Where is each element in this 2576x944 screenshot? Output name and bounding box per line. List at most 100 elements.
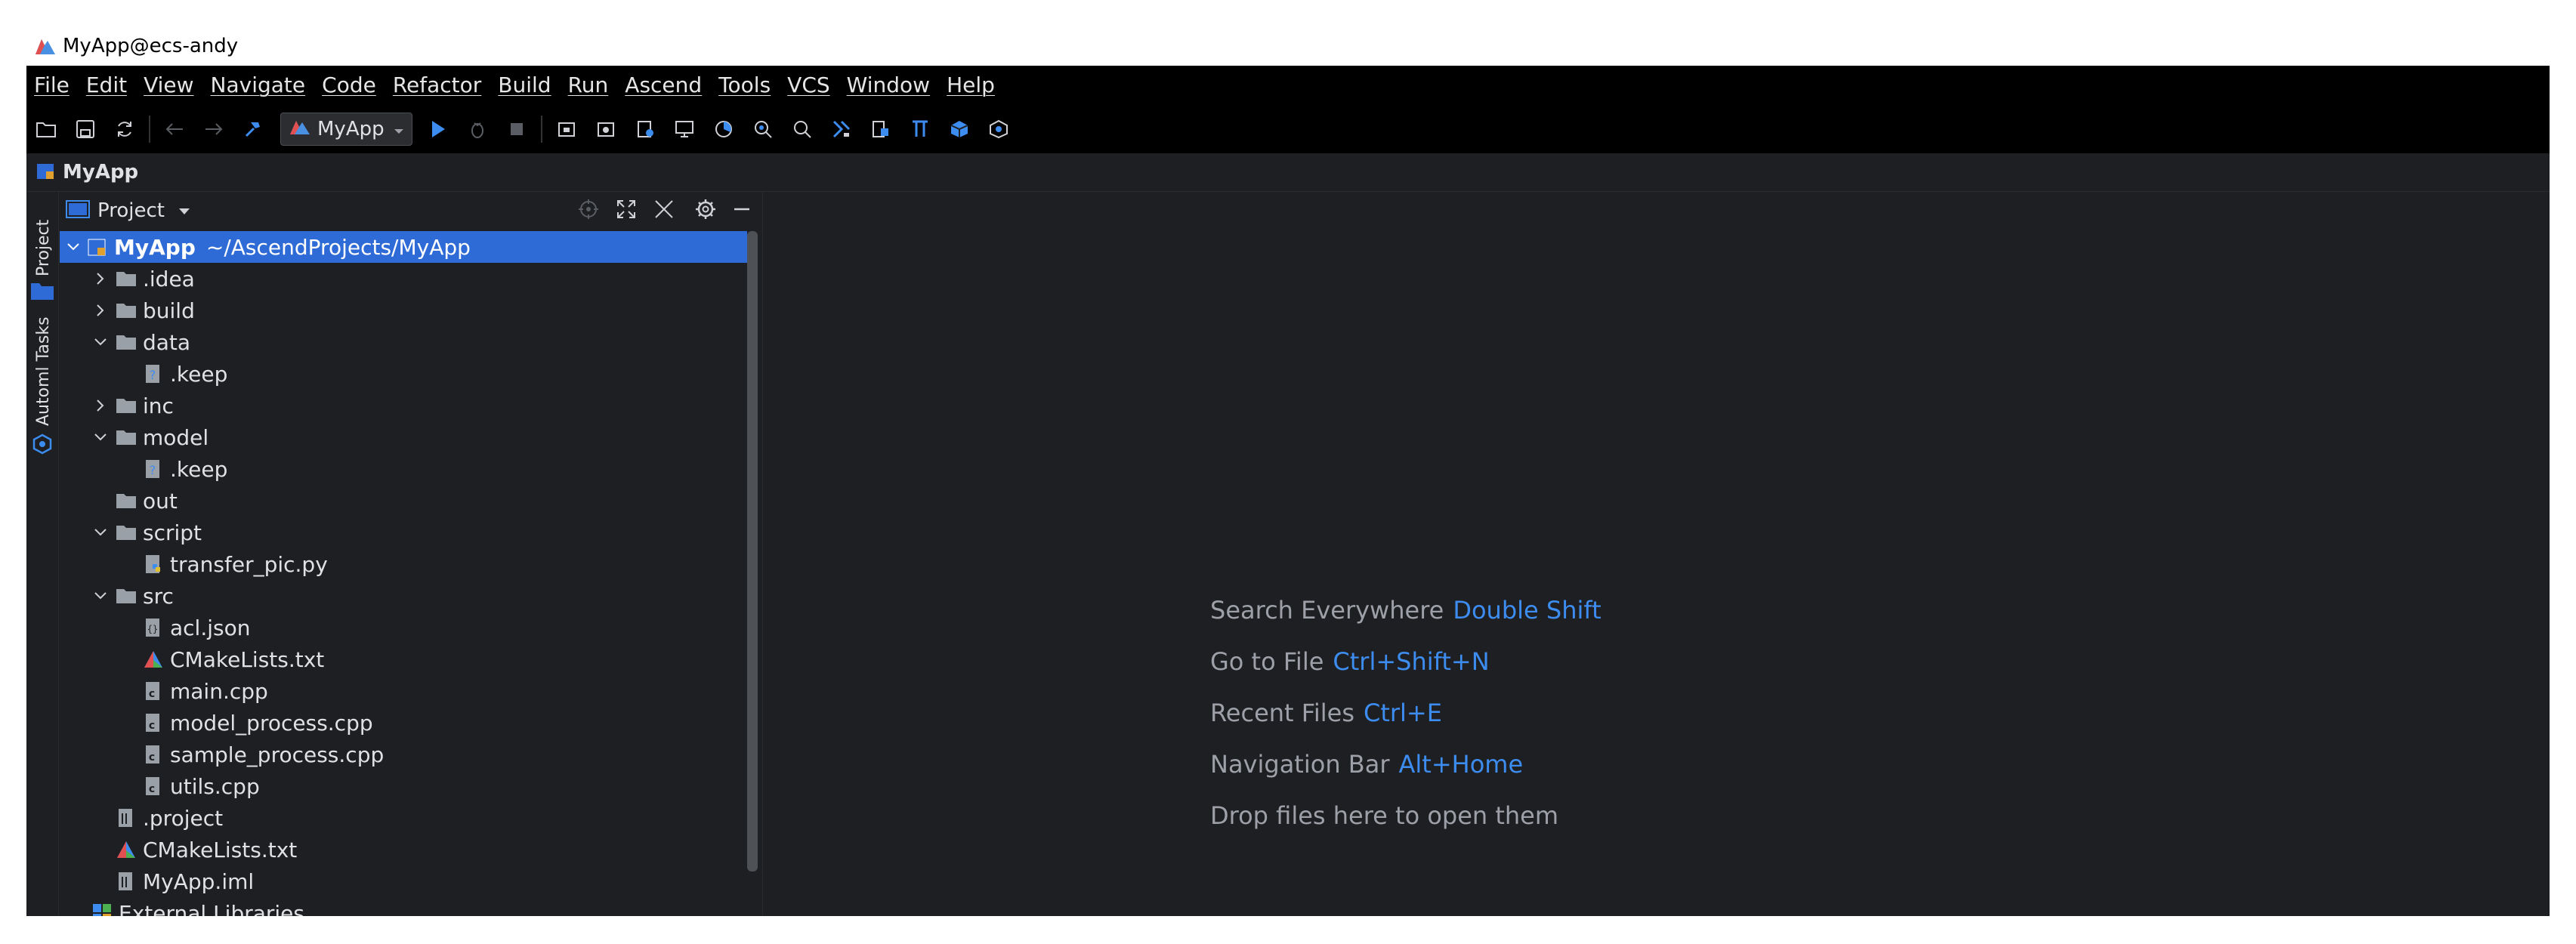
chevron-right-icon[interactable] (91, 295, 110, 326)
tree-item-label: .keep (170, 456, 228, 482)
main-toolbar: MyApp (26, 105, 2550, 153)
hint-shortcut[interactable]: Alt+Home (1398, 750, 1523, 779)
tree-file-keep[interactable]: ? .keep (60, 453, 747, 485)
collapse-all-icon[interactable] (653, 199, 675, 223)
ascend-device-icon[interactable] (551, 114, 582, 144)
stop-icon[interactable] (502, 114, 532, 144)
chevron-down-icon[interactable] (91, 421, 110, 453)
ascend-deploy-icon[interactable] (591, 114, 621, 144)
cpp-file-icon: c (143, 680, 164, 702)
iml-file-icon (116, 871, 137, 892)
ascend-search-icon[interactable] (748, 114, 778, 144)
menu-edit[interactable]: Edit (79, 66, 136, 105)
menu-run[interactable]: Run (561, 66, 618, 105)
menu-tools[interactable]: Tools (711, 66, 780, 105)
chevron-down-icon[interactable] (91, 326, 110, 358)
tree-folder-build[interactable]: build (60, 295, 747, 326)
tree-folder-out[interactable]: out (60, 485, 747, 517)
tool-tab-automl-tasks[interactable]: Automl Tasks (26, 313, 58, 455)
menu-vcs[interactable]: VCS (780, 66, 839, 105)
ascend-profiler-icon[interactable] (709, 114, 739, 144)
hint-recent-files: Recent Files Ctrl+E (1210, 687, 1602, 739)
menu-help[interactable]: Help (939, 66, 1004, 105)
chevron-down-icon (394, 118, 404, 140)
menu-build[interactable]: Build (490, 66, 560, 105)
folder-icon (116, 268, 137, 289)
debug-bug-icon[interactable] (462, 114, 493, 144)
tree-external-libraries[interactable]: External Libraries (60, 897, 747, 916)
build-hammer-icon[interactable] (238, 114, 268, 144)
tree-file-cpp[interactable]: c utils.cpp (60, 770, 747, 802)
ascend-monitor-icon[interactable] (669, 114, 700, 144)
chevron-down-icon[interactable] (91, 517, 110, 548)
nav-project-name[interactable]: MyApp (63, 161, 138, 184)
save-icon[interactable] (70, 114, 100, 144)
hint-label: Drop files here to open them (1210, 801, 1559, 830)
tree-file-cmake[interactable]: CMakeLists.txt (60, 643, 747, 675)
ascend-model-convert-icon[interactable] (826, 114, 857, 144)
chevron-down-icon[interactable] (91, 580, 110, 612)
tree-file-cpp[interactable]: c sample_process.cpp (60, 739, 747, 770)
run-configuration-select[interactable]: MyApp (280, 113, 412, 146)
tree-folder-idea[interactable]: .idea (60, 263, 747, 295)
ascend-settings-icon[interactable] (984, 114, 1014, 144)
ascend-config-icon[interactable] (630, 114, 660, 144)
tree-file-cmake[interactable]: CMakeLists.txt (60, 834, 747, 865)
tree-file-iml[interactable]: MyApp.iml (60, 865, 747, 897)
chevron-down-icon[interactable] (178, 204, 190, 218)
tree-file-cpp[interactable]: c main.cpp (60, 675, 747, 707)
tree-folder-inc[interactable]: inc (60, 390, 747, 421)
chevron-right-icon[interactable] (91, 390, 110, 421)
hint-navigation-bar: Navigation Bar Alt+Home (1210, 739, 1602, 790)
tree-file-cpp[interactable]: c model_process.cpp (60, 707, 747, 739)
hint-shortcut[interactable]: Ctrl+E (1364, 699, 1442, 727)
tree-root-myapp[interactable]: MyApp ~/AscendProjects/MyApp (60, 231, 747, 263)
menu-ascend[interactable]: Ascend (617, 66, 711, 105)
expand-all-icon[interactable] (616, 199, 637, 223)
locate-target-icon[interactable] (578, 199, 599, 223)
project-view-title[interactable]: Project (97, 199, 165, 222)
sync-icon[interactable] (110, 114, 140, 144)
menu-refactor[interactable]: Refactor (385, 66, 490, 105)
cmake-file-icon (143, 649, 164, 670)
tree-folder-script[interactable]: script (60, 517, 747, 548)
ascend-inspect-icon[interactable] (787, 114, 817, 144)
menu-view[interactable]: View (136, 66, 202, 105)
tree-item-label: .idea (143, 266, 195, 292)
back-arrow-icon[interactable] (159, 114, 190, 144)
editor-area: Search Everywhere Double Shift Go to File… (762, 192, 2550, 916)
hint-drop-files: Drop files here to open them (1210, 790, 1602, 841)
hint-shortcut[interactable]: Ctrl+Shift+N (1333, 647, 1489, 676)
svg-text:c: c (149, 720, 155, 732)
tree-file-project[interactable]: .project (60, 802, 747, 834)
tree-folder-src[interactable]: src (60, 580, 747, 612)
gear-icon[interactable] (694, 198, 717, 224)
svg-text:c: c (149, 783, 155, 795)
forward-arrow-icon[interactable] (199, 114, 229, 144)
tree-file-json[interactable]: {} acl.json (60, 612, 747, 643)
tool-tab-project[interactable]: Project (26, 192, 58, 300)
run-play-icon[interactable] (423, 114, 453, 144)
tree-folder-model[interactable]: model (60, 421, 747, 453)
tree-scrollbar[interactable] (747, 231, 758, 872)
tree-item-label: script (143, 520, 202, 545)
tree-file-python[interactable]: transfer_pic.py (60, 548, 747, 580)
hint-shortcut[interactable]: Double Shift (1453, 596, 1601, 625)
tree-folder-data[interactable]: data (60, 326, 747, 358)
ascend-operator-icon[interactable] (866, 114, 896, 144)
app-logo-icon (34, 36, 57, 56)
menu-file[interactable]: File (26, 66, 79, 105)
hide-panel-icon[interactable] (732, 199, 752, 222)
menu-navigate[interactable]: Navigate (203, 66, 315, 105)
tree-file-keep[interactable]: ? .keep (60, 358, 747, 390)
tree-item-label: model (143, 424, 209, 450)
menu-code[interactable]: Code (314, 66, 385, 105)
folder-icon (116, 522, 137, 543)
json-file-icon: {} (143, 617, 164, 638)
ascend-package-icon[interactable] (944, 114, 974, 144)
chevron-right-icon[interactable] (91, 263, 110, 295)
chevron-down-icon[interactable] (64, 231, 82, 263)
open-folder-icon[interactable] (31, 114, 61, 144)
menu-window[interactable]: Window (839, 66, 939, 105)
ascend-tuning-icon[interactable] (905, 114, 935, 144)
